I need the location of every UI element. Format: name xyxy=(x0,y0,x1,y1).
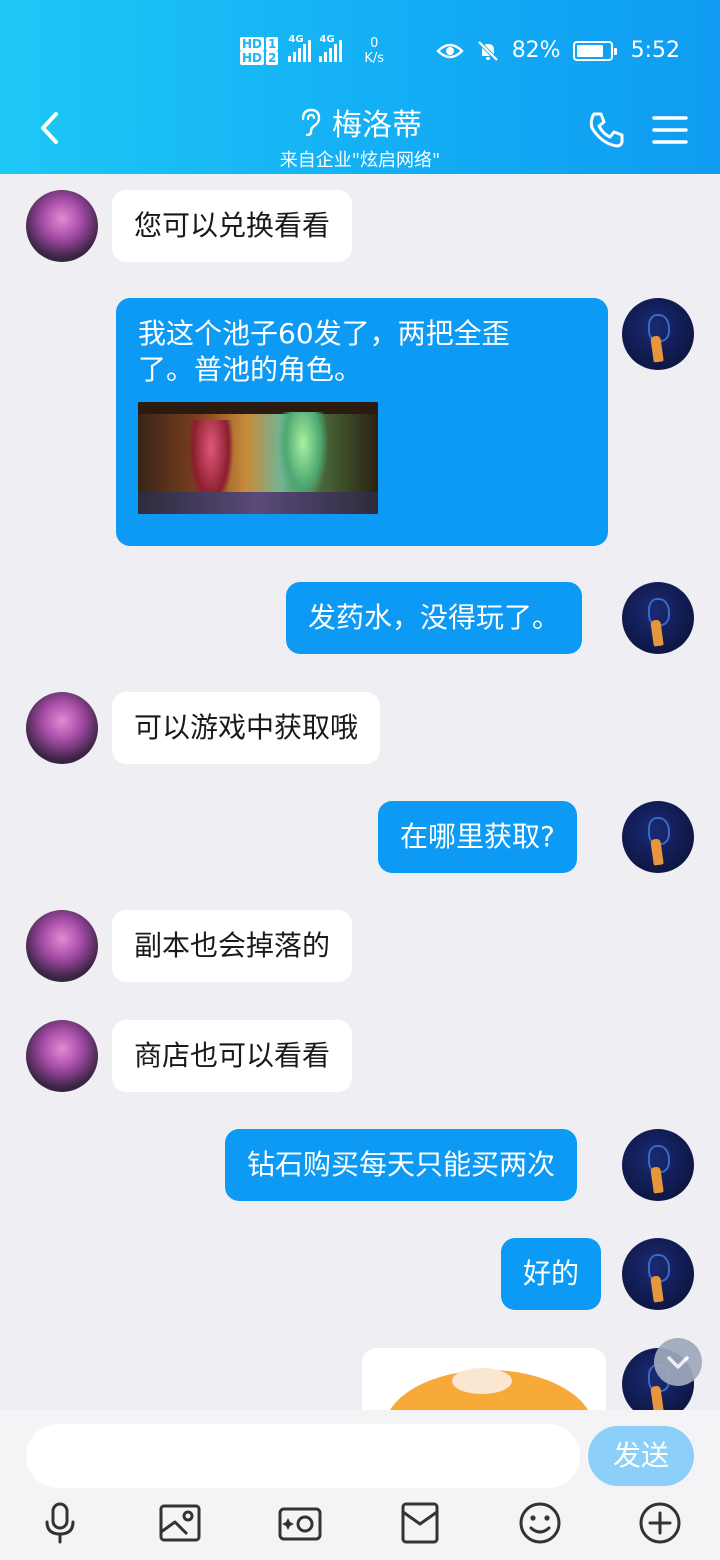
message-bubble-in[interactable]: 商店也可以看看 xyxy=(112,1020,353,1092)
ear-icon xyxy=(301,108,321,137)
message-bubble-out[interactable]: 我这个池子60发了，两把全歪 了。普池的角色。 xyxy=(116,298,608,546)
message-bubble-out[interactable]: 在哪里获取? xyxy=(378,801,577,873)
nav-bar: 梅洛蒂 来自企业"炫启网络" xyxy=(0,96,720,171)
message-input[interactable] xyxy=(26,1424,580,1488)
message-bubble-in[interactable]: 可以游戏中获取哦 xyxy=(112,692,381,764)
phone-icon[interactable] xyxy=(584,108,628,152)
net-speed-unit: K/s xyxy=(364,51,385,66)
image-icon[interactable] xyxy=(157,1500,203,1546)
net2-label: 4G xyxy=(319,34,335,45)
red-packet-icon[interactable] xyxy=(397,1500,443,1546)
input-toolbar xyxy=(0,1500,720,1550)
mute-bell-icon xyxy=(477,40,499,61)
plus-icon[interactable] xyxy=(637,1500,683,1546)
chat-messages[interactable]: 您可以兑换看看 我这个池子60发了，两把全歪 了。普池的角色。 发药水，没得玩了… xyxy=(0,174,720,1410)
my-avatar[interactable] xyxy=(622,582,694,654)
status-right: 82% 5:52 xyxy=(435,38,680,63)
net-speed-value: 0 xyxy=(370,36,379,51)
hd2-label: HD xyxy=(240,51,265,65)
send-button[interactable]: 发送 xyxy=(588,1426,694,1486)
contact-avatar[interactable] xyxy=(26,692,98,764)
contact-avatar[interactable] xyxy=(26,1020,98,1092)
input-bar: 发送 xyxy=(0,1410,720,1560)
battery-percent: 82% xyxy=(511,38,561,63)
microphone-icon[interactable] xyxy=(37,1500,83,1546)
my-avatar[interactable] xyxy=(622,1129,694,1201)
battery-fill xyxy=(576,44,603,57)
message-bubble-out[interactable]: 发药水，没得玩了。 xyxy=(286,582,583,654)
clock: 5:52 xyxy=(630,38,680,63)
message-text-line1: 我这个池子60发了，两把全歪 xyxy=(138,317,510,350)
scroll-to-bottom-button[interactable] xyxy=(654,1338,702,1386)
chevron-down-icon xyxy=(667,1356,689,1369)
status-bar: HD 1 HD 2 4G 4G 0 K/s 82% 5:52 xyxy=(0,30,720,78)
game-screenshot-image[interactable] xyxy=(138,402,378,514)
eye-icon xyxy=(435,43,464,58)
my-avatar[interactable] xyxy=(622,801,694,873)
net1-label: 4G xyxy=(288,34,304,45)
my-avatar[interactable] xyxy=(622,298,694,370)
net-speed: 0 K/s xyxy=(364,36,384,66)
page-title[interactable]: 梅洛蒂 xyxy=(298,100,422,144)
chat-header: HD 1 HD 2 4G 4G 0 K/s 82% 5:52 梅洛蒂 来自企业"… xyxy=(0,0,720,174)
contact-avatar[interactable] xyxy=(26,910,98,982)
message-bubble-in[interactable]: 副本也会掉落的 xyxy=(112,910,353,982)
status-left: HD 1 HD 2 4G 4G 0 K/s xyxy=(240,34,384,66)
my-avatar[interactable] xyxy=(622,1238,694,1310)
message-bubble-in[interactable]: 您可以兑换看看 xyxy=(112,190,353,262)
battery-icon xyxy=(572,40,617,61)
fox-sticker[interactable] xyxy=(362,1348,606,1410)
hd1-num: 1 xyxy=(266,37,279,51)
emoji-icon[interactable] xyxy=(517,1500,563,1546)
contact-name: 梅洛蒂 xyxy=(332,108,422,143)
hd-indicators: HD 1 HD 2 xyxy=(240,37,280,65)
camera-icon[interactable] xyxy=(277,1500,323,1546)
message-bubble-out[interactable]: 好的 xyxy=(501,1238,602,1310)
menu-icon[interactable] xyxy=(648,108,692,152)
contact-avatar[interactable] xyxy=(26,190,98,262)
signal-1: 4G xyxy=(288,34,312,62)
hd1-label: HD xyxy=(240,37,265,51)
message-bubble-out[interactable]: 钻石购买每天只能买两次 xyxy=(225,1129,578,1201)
message-text-line2: 了。普池的角色。 xyxy=(138,353,363,386)
hd2-num: 2 xyxy=(266,51,279,65)
signal-2: 4G xyxy=(319,34,343,62)
